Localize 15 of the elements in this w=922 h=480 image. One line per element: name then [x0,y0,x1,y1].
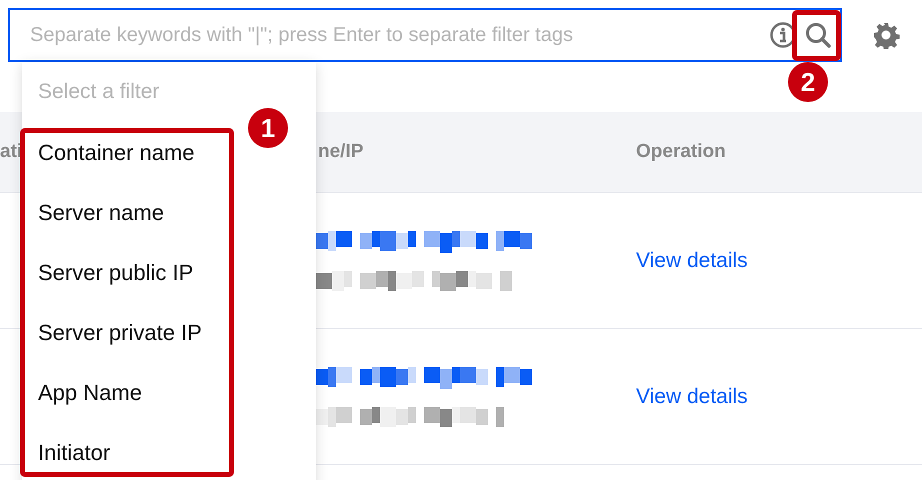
search-field[interactable]: Separate keywords with "|"; press Enter to separate filter tags [8,8,842,62]
annotation-badge: 2 [788,62,828,102]
filter-option[interactable]: Server private IP [38,320,316,380]
annotation-frame [792,10,841,61]
filter-option[interactable]: Server name [38,200,316,260]
filter-option[interactable]: App Name [38,380,316,440]
filter-option[interactable]: Initiator [38,440,316,480]
column-header: ne/IP [317,141,364,163]
view-details-link[interactable]: View details [636,248,748,272]
search-icon[interactable] [804,21,832,49]
menu-hint: Select a filter [38,80,160,104]
settings-icon[interactable] [872,21,900,49]
view-details-link[interactable]: View details [636,384,748,408]
column-header: Operation [636,141,726,163]
filter-option[interactable]: Server public IP [38,260,316,320]
